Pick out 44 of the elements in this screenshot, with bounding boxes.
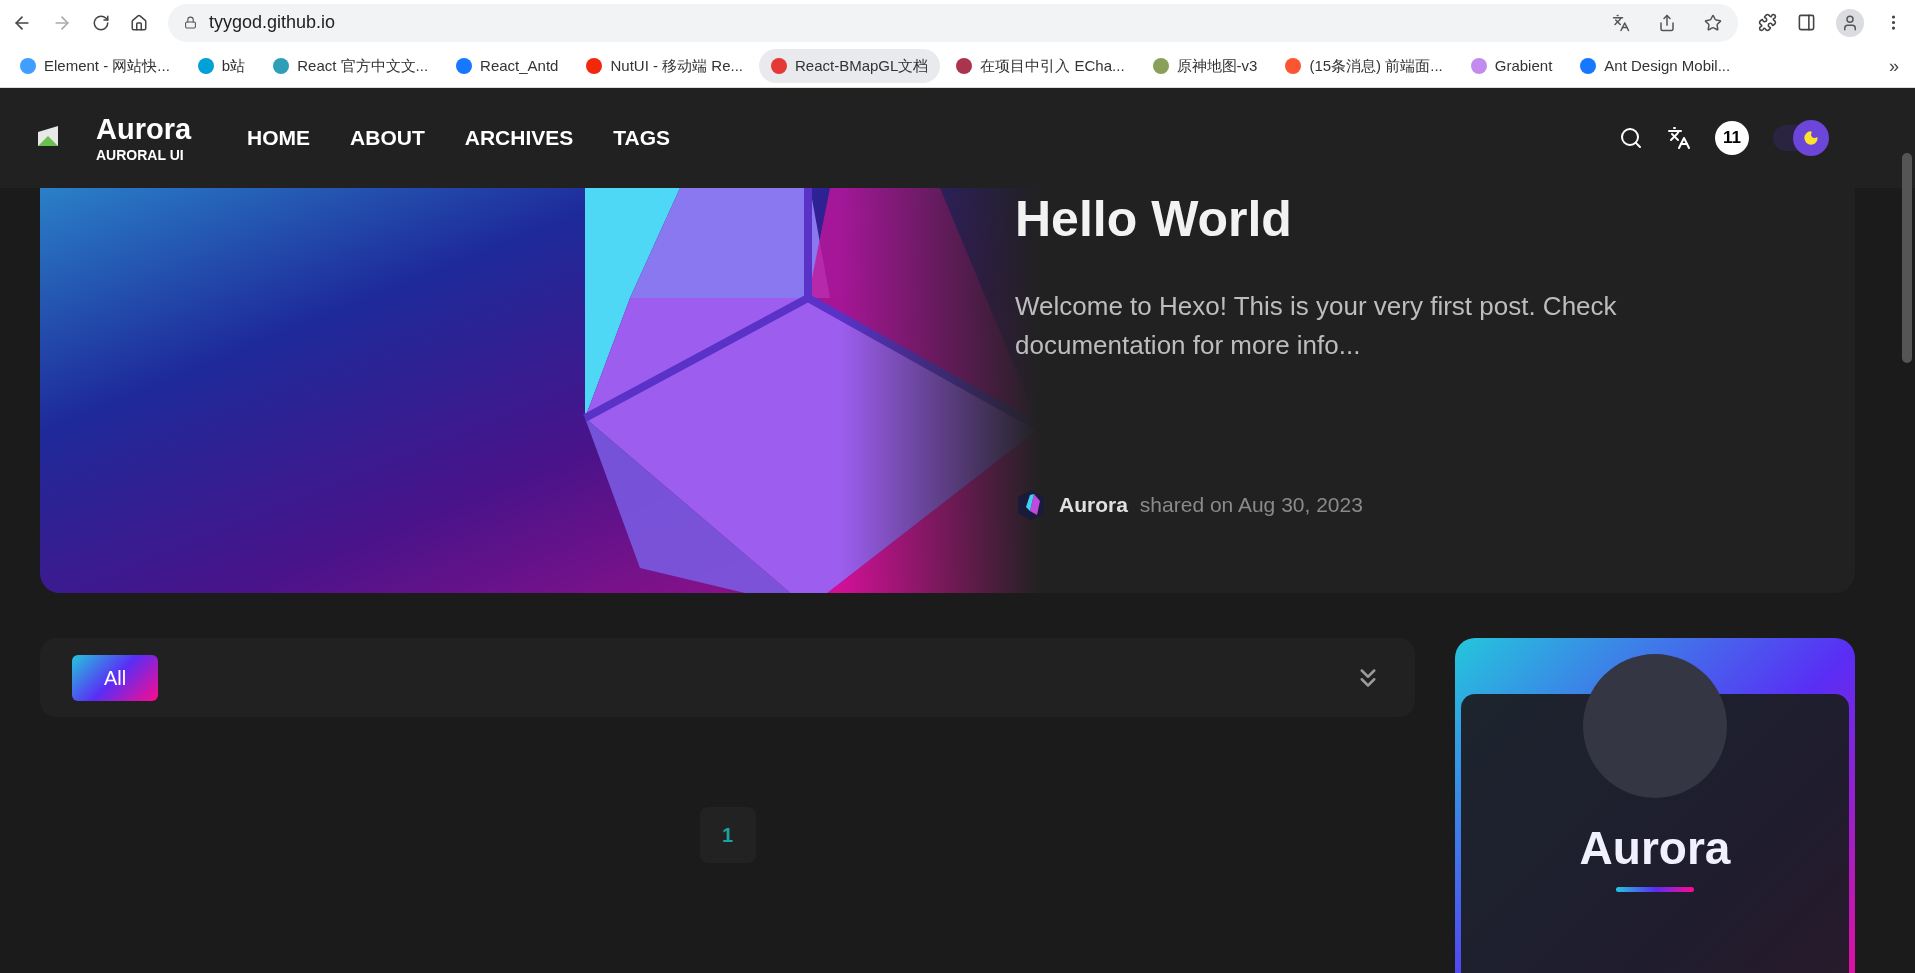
bookmark[interactable]: Ant Design Mobil... — [1568, 49, 1743, 83]
bookmark[interactable]: React 官方中文文... — [261, 49, 441, 83]
search-icon[interactable] — [1619, 126, 1643, 150]
translate-icon[interactable] — [1667, 126, 1691, 150]
category-tab[interactable]: All — [72, 654, 159, 701]
theme-toggle[interactable] — [1773, 120, 1829, 156]
bookmark[interactable]: 原神地图-v3 — [1140, 49, 1270, 83]
scrollbar-thumb[interactable] — [1902, 153, 1912, 363]
bookmark[interactable]: b站 — [185, 49, 258, 83]
bookmark[interactable]: Element - 网站快... — [8, 49, 182, 83]
post-excerpt: Welcome to Hexo! This is your very first post. Check documentation for more info... — [1015, 289, 1618, 362]
post-title[interactable]: Hello World — [1015, 188, 1715, 251]
moon-icon — [1793, 120, 1829, 156]
bookmark[interactable]: React-BMapGL文档 — [759, 49, 941, 83]
author-name[interactable]: Aurora — [1059, 488, 1128, 521]
page-link[interactable]: 1 — [699, 807, 756, 863]
bookmark[interactable]: 在项目中引入 ECha... — [944, 49, 1137, 83]
nav-link[interactable]: ARCHIVES — [464, 122, 574, 154]
translate-icon[interactable] — [1612, 13, 1630, 32]
hero-card[interactable]: Hello World Welcome to Hexo! This is your very first post. Check documentation for more info... Aurora shared on Aug 30, 2023 — [40, 188, 1855, 593]
lock-icon — [184, 16, 197, 29]
site-title[interactable]: Aurora — [96, 114, 192, 144]
hexagon-avatar-icon — [1015, 488, 1047, 521]
notification-badge[interactable]: 11 — [1715, 121, 1749, 155]
bookmark[interactable]: NutUI - 移动端 Re... — [574, 49, 755, 83]
nav-link[interactable]: TAGS — [613, 122, 671, 154]
home-icon[interactable] — [130, 13, 148, 32]
url-text: tyygod.github.io — [209, 11, 337, 34]
profile-icon[interactable] — [1836, 8, 1864, 37]
bookmark[interactable]: (15条消息) 前端面... — [1273, 49, 1455, 83]
bookmark[interactable]: Grabient — [1458, 49, 1565, 83]
reload-icon[interactable] — [92, 13, 110, 32]
site-subtitle: AURORAL UI — [96, 147, 185, 162]
address-bar[interactable]: tyygod.github.io — [168, 3, 1738, 42]
share-icon[interactable] — [1658, 13, 1676, 32]
star-icon[interactable] — [1704, 13, 1722, 32]
side-panel-icon[interactable] — [1797, 13, 1816, 32]
nav-link[interactable]: HOME — [247, 122, 311, 154]
extensions-icon[interactable] — [1758, 13, 1777, 32]
nav-link[interactable]: ABOUT — [350, 122, 425, 154]
bookmarks-overflow[interactable]: » — [1889, 52, 1899, 80]
bookmark[interactable]: React_Antd — [444, 49, 571, 83]
post-date: shared on Aug 30, 2023 — [1139, 491, 1363, 518]
profile-name: Aurora — [1579, 821, 1731, 876]
